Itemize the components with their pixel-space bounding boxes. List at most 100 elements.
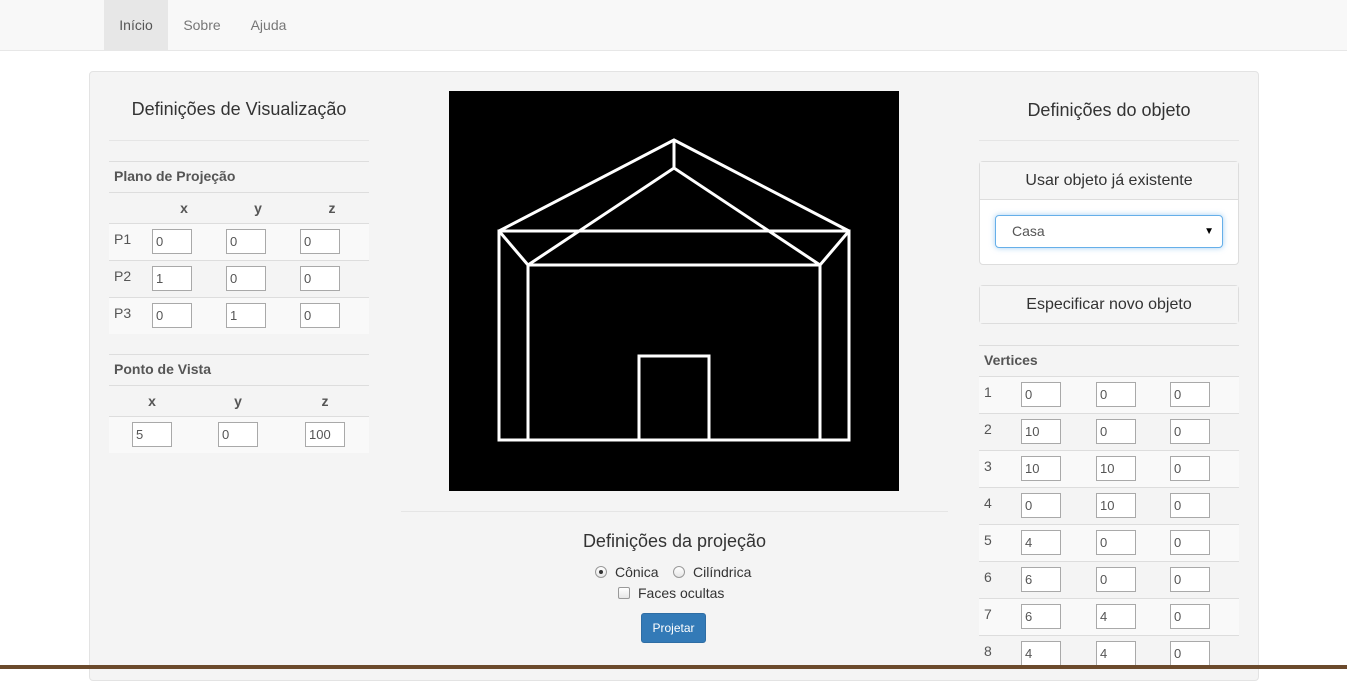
vertex-2-x-input[interactable]: 10 xyxy=(1021,419,1061,444)
column-header-x: x xyxy=(148,393,156,409)
dropdown-arrow-icon: ▼ xyxy=(1204,226,1214,237)
navbar: Início Sobre Ajuda xyxy=(0,0,1347,51)
divider xyxy=(109,192,369,193)
vertex-1-z-input[interactable]: 0 xyxy=(1170,382,1210,407)
viewpoint-z-input[interactable]: 100 xyxy=(305,422,345,447)
projection-plane-heading: Plano de Projeção xyxy=(114,168,236,184)
projection-settings-title: Definições da projeção xyxy=(582,531,767,551)
new-object-panel: Especificar novo objeto xyxy=(979,285,1239,324)
row-label-p3: P3 xyxy=(114,305,132,321)
vertex-2-y-input[interactable]: 0 xyxy=(1096,419,1136,444)
vertex-4-y-input[interactable]: 10 xyxy=(1096,493,1136,518)
vertex-1-y-input[interactable]: 0 xyxy=(1096,382,1136,407)
divider xyxy=(979,561,1239,562)
vertex-5-y-input[interactable]: 0 xyxy=(1096,530,1136,555)
row-label-p1: P1 xyxy=(114,231,132,247)
vertex-6-x-input[interactable]: 6 xyxy=(1021,567,1061,592)
nav-item-inicio[interactable]: Início xyxy=(104,0,168,50)
back-wall xyxy=(497,229,851,442)
projection-canvas xyxy=(449,91,899,491)
vertex-7-z-input[interactable]: 0 xyxy=(1170,604,1210,629)
divider xyxy=(109,161,369,162)
divider xyxy=(109,140,369,141)
divider xyxy=(979,635,1239,636)
object-select[interactable]: Casa ▼ xyxy=(995,215,1223,248)
existing-object-panel: Usar objeto já existente xyxy=(979,161,1239,265)
vertex-8-y-input[interactable]: 4 xyxy=(1096,641,1136,666)
divider xyxy=(979,487,1239,488)
vertex-4-x-input[interactable]: 0 xyxy=(1021,493,1061,518)
divider xyxy=(979,345,1239,346)
vertex-label-2: 2 xyxy=(984,421,992,437)
vertex-5-z-input[interactable]: 0 xyxy=(1170,530,1210,555)
p1-z-input[interactable]: 0 xyxy=(300,229,340,254)
house-projection-drawing xyxy=(497,138,851,442)
vertex-4-z-input[interactable]: 0 xyxy=(1170,493,1210,518)
edge-left xyxy=(497,230,530,266)
cilindrica-label[interactable]: Cilíndrica xyxy=(693,564,751,580)
p2-x-input[interactable]: 1 xyxy=(152,266,192,291)
p1-x-input[interactable]: 0 xyxy=(152,229,192,254)
new-object-heading[interactable]: Especificar novo objeto xyxy=(980,286,1238,323)
visualization-settings-title: Definições de Visualização xyxy=(131,99,347,119)
vertex-5-x-input[interactable]: 4 xyxy=(1021,530,1061,555)
vertex-6-z-input[interactable]: 0 xyxy=(1170,567,1210,592)
conica-radio[interactable] xyxy=(595,566,607,578)
vertex-3-x-input[interactable]: 10 xyxy=(1021,456,1061,481)
project-button[interactable]: Projetar xyxy=(641,613,706,643)
vertices-heading: Vertices xyxy=(984,352,1038,368)
hidden-faces-checkbox[interactable] xyxy=(618,587,630,599)
vertex-3-y-input[interactable]: 10 xyxy=(1096,456,1136,481)
radio-selected-dot xyxy=(599,570,603,574)
taskbar-edge xyxy=(0,665,1347,669)
vertex-label-3: 3 xyxy=(984,458,992,474)
vertex-8-x-input[interactable]: 4 xyxy=(1021,641,1061,666)
vertex-label-1: 1 xyxy=(984,384,992,400)
column-header-z: z xyxy=(328,200,336,216)
p2-z-input[interactable]: 0 xyxy=(300,266,340,291)
vertex-label-6: 6 xyxy=(984,569,992,585)
column-header-y: y xyxy=(254,200,262,216)
roof-inner-edge xyxy=(527,166,821,267)
door xyxy=(637,354,711,442)
vertex-6-y-input[interactable]: 0 xyxy=(1096,567,1136,592)
vertex-7-x-input[interactable]: 6 xyxy=(1021,604,1061,629)
vertex-7-y-input[interactable]: 4 xyxy=(1096,604,1136,629)
divider xyxy=(979,140,1239,141)
p3-z-input[interactable]: 0 xyxy=(300,303,340,328)
cilindrica-radio[interactable] xyxy=(673,566,685,578)
existing-object-heading[interactable]: Usar objeto já existente xyxy=(980,162,1238,200)
vertex-1-x-input[interactable]: 0 xyxy=(1021,382,1061,407)
row-label-p2: P2 xyxy=(114,268,132,284)
vertex-label-4: 4 xyxy=(984,495,992,511)
object-select-value: Casa xyxy=(1012,223,1045,239)
wireframe xyxy=(497,138,851,442)
edge-right xyxy=(818,230,851,266)
divider xyxy=(979,413,1239,414)
vertex-label-8: 8 xyxy=(984,643,992,659)
p3-x-input[interactable]: 0 xyxy=(152,303,192,328)
divider xyxy=(109,385,369,386)
vertex-label-5: 5 xyxy=(984,532,992,548)
column-header-x: x xyxy=(180,200,188,216)
p1-y-input[interactable]: 0 xyxy=(226,229,266,254)
column-header-z: z xyxy=(321,393,329,409)
divider xyxy=(109,354,369,355)
divider xyxy=(401,511,948,512)
vertex-8-z-input[interactable]: 0 xyxy=(1170,641,1210,666)
vertex-label-7: 7 xyxy=(984,606,992,622)
nav-item-sobre[interactable]: Sobre xyxy=(168,0,236,50)
nav-item-ajuda[interactable]: Ajuda xyxy=(236,0,301,50)
viewpoint-heading: Ponto de Vista xyxy=(114,361,211,377)
divider xyxy=(109,260,369,261)
hidden-faces-label[interactable]: Faces ocultas xyxy=(638,585,724,601)
viewpoint-y-input[interactable]: 0 xyxy=(218,422,258,447)
vertex-2-z-input[interactable]: 0 xyxy=(1170,419,1210,444)
p2-y-input[interactable]: 0 xyxy=(226,266,266,291)
viewpoint-x-input[interactable]: 5 xyxy=(132,422,172,447)
p3-y-input[interactable]: 1 xyxy=(226,303,266,328)
object-settings-title: Definições do objeto xyxy=(1027,100,1191,120)
vertex-3-z-input[interactable]: 0 xyxy=(1170,456,1210,481)
column-header-y: y xyxy=(234,393,242,409)
conica-label[interactable]: Cônica xyxy=(615,564,659,580)
